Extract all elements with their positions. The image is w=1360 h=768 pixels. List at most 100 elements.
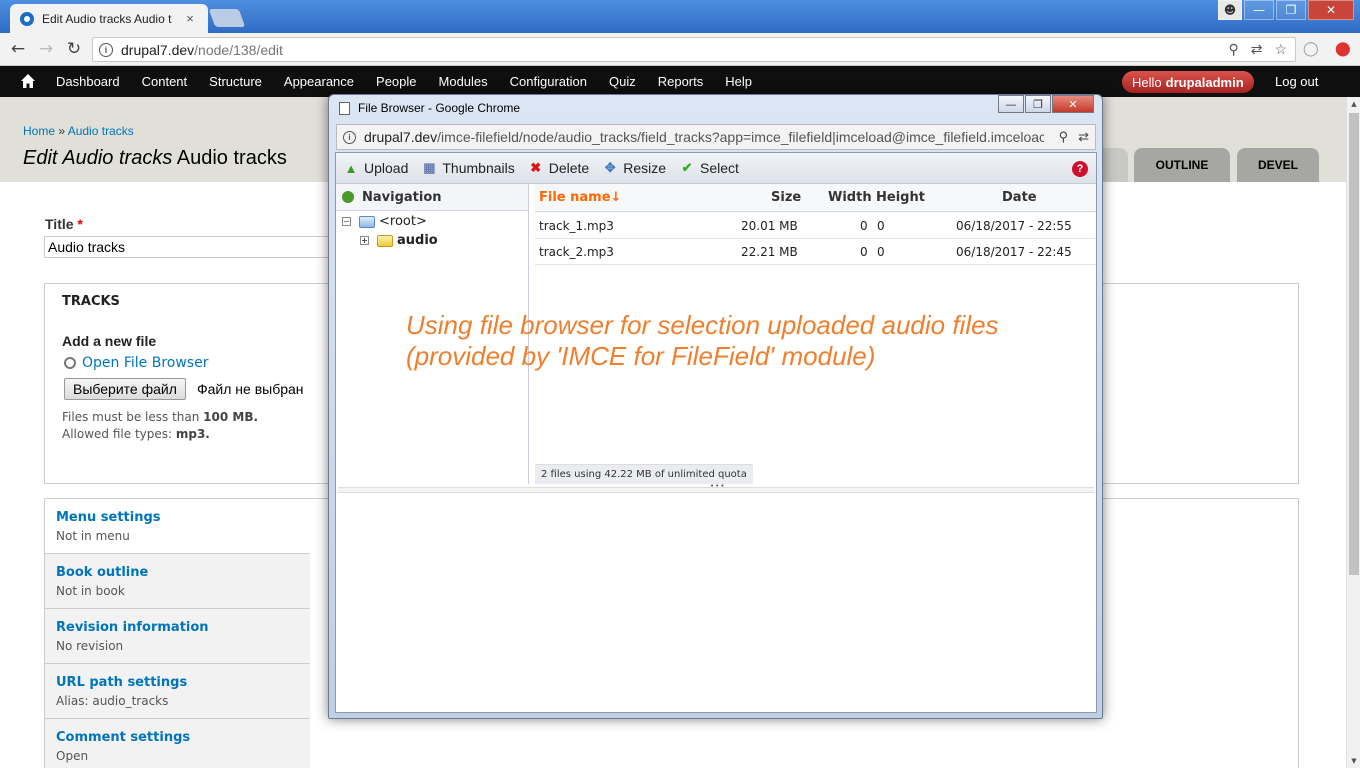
delete-button[interactable]: ✖ Delete [529, 160, 589, 176]
thumbnails-button[interactable]: ▦ Thumbnails [422, 160, 515, 176]
menu-content[interactable]: Content [131, 74, 199, 89]
vtab-title: Comment settings [56, 730, 191, 745]
admin-menu: Dashboard Content Structure Appearance P… [45, 66, 763, 97]
popup-close-button[interactable]: ✕ [1052, 95, 1094, 113]
file-size: 22.21 MB [741, 245, 798, 259]
title-label: Title * [45, 216, 83, 232]
help-icon[interactable]: ? [1072, 161, 1088, 177]
choose-file-button[interactable]: Выберите файл [64, 378, 186, 400]
page-scrollbar[interactable]: ▲ ▼ [1346, 97, 1360, 768]
delete-icon: ✖ [530, 160, 542, 175]
imce-container: ▲ Upload ▦ Thumbnails ✖ Delete ✥ Resize ✔ Sel… [335, 152, 1097, 713]
column-file-name[interactable]: File name↓ [539, 190, 621, 205]
folder-open-icon [359, 215, 375, 228]
home-icon[interactable] [20, 73, 36, 89]
checkmark-icon: ✔ [681, 160, 693, 175]
file-name: track_2.mp3 [539, 245, 614, 259]
tab-devel[interactable]: DEVEL [1237, 148, 1319, 182]
column-size[interactable]: Size [771, 190, 801, 205]
popup-translate-icon[interactable]: ⇄ [1078, 129, 1089, 145]
extension-icon[interactable]: ◯ [1303, 41, 1319, 57]
menu-people[interactable]: People [365, 74, 427, 89]
annotation-line-2: (provided by 'IMCE for FileField' module… [406, 341, 876, 371]
file-width: 0 [860, 245, 868, 259]
open-file-browser-link[interactable]: Open File Browser [64, 355, 208, 371]
title-label-text: Title [45, 216, 74, 232]
user-profile-icon[interactable]: ☻ [1218, 0, 1242, 20]
tab-close-icon[interactable]: × [182, 11, 198, 26]
site-info-icon[interactable]: i [99, 42, 113, 57]
back-arrow-icon[interactable]: ← [6, 39, 30, 59]
popup-url-bar[interactable]: i drupal7.dev/imce-filefield/node/audio_… [336, 124, 1096, 150]
vtab-url-path-settings[interactable]: URL path settings Alias: audio_tracks [45, 664, 310, 719]
file-width: 0 [860, 219, 868, 233]
imce-operations: ▲ Upload ▦ Thumbnails ✖ Delete ✥ Resize ✔ Sel… [336, 153, 1096, 184]
collapse-toggle-icon[interactable]: − [342, 217, 351, 226]
column-width[interactable]: Width [828, 190, 872, 205]
folder-icon [377, 234, 393, 247]
extension-adblock-icon[interactable]: ⬤ [1335, 41, 1351, 57]
new-tab-button[interactable] [208, 9, 246, 27]
popup-restore-button[interactable]: ❐ [1025, 95, 1051, 113]
zoom-icon[interactable]: ⚲ [1228, 41, 1238, 58]
menu-appearance[interactable]: Appearance [273, 74, 365, 89]
vtab-comment-settings[interactable]: Comment settings Open [45, 719, 310, 768]
bookmark-star-icon[interactable]: ☆ [1274, 41, 1287, 58]
close-window-button[interactable]: ✕ [1308, 0, 1354, 20]
reload-icon[interactable]: ↻ [62, 39, 86, 59]
pane-resize-handle[interactable] [338, 482, 1094, 493]
menu-quiz[interactable]: Quiz [598, 74, 647, 89]
vtab-book-outline[interactable]: Book outline Not in book [45, 554, 310, 609]
tab-outline[interactable]: OUTLINE [1134, 148, 1230, 182]
user-greeting[interactable]: Hello drupaladmin [1122, 71, 1254, 93]
menu-dashboard[interactable]: Dashboard [45, 74, 131, 89]
popup-site-info-icon[interactable]: i [343, 130, 356, 144]
vtab-menu-settings[interactable]: Menu settings Not in menu [45, 499, 310, 554]
url-input[interactable]: i drupal7.dev/node/138/edit ⚲ ⇄ ☆ [92, 37, 1296, 62]
logout-link[interactable]: Log out [1275, 74, 1318, 89]
vtab-revision-information[interactable]: Revision information No revision [45, 609, 310, 664]
username: drupaladmin [1165, 74, 1244, 90]
column-height[interactable]: Height [876, 190, 925, 205]
file-height: 0 [877, 245, 885, 259]
browser-tabstrip: Edit Audio tracks Audio t × ☻ — ❐ ✕ [0, 0, 1360, 33]
menu-help[interactable]: Help [714, 74, 763, 89]
breadcrumb-home[interactable]: Home [23, 124, 55, 138]
scrollbar-thumb[interactable] [1349, 113, 1359, 575]
select-button[interactable]: ✔ Select [680, 160, 739, 176]
browser-tab[interactable]: Edit Audio tracks Audio t × [10, 4, 208, 33]
file-row[interactable]: track_1.mp3 20.01 MB 0 0 06/18/2017 - 22… [535, 213, 1096, 239]
tree-folder-audio[interactable]: + audio [360, 233, 438, 248]
scroll-down-arrow-icon[interactable]: ▼ [1347, 754, 1360, 768]
popup-zoom-icon[interactable]: ⚲ [1059, 129, 1069, 145]
vtab-summary: No revision [56, 639, 124, 653]
tree-root[interactable]: − <root> [342, 214, 427, 229]
menu-reports[interactable]: Reports [647, 74, 715, 89]
minimize-button[interactable]: — [1244, 0, 1274, 20]
address-bar: ← → ↻ i drupal7.dev/node/138/edit ⚲ ⇄ ☆ … [0, 33, 1360, 66]
column-date[interactable]: Date [1002, 190, 1037, 205]
menu-structure[interactable]: Structure [198, 74, 273, 89]
popup-minimize-button[interactable]: — [998, 95, 1024, 113]
scroll-up-arrow-icon[interactable]: ▲ [1347, 97, 1360, 111]
resize-button[interactable]: ✥ Resize [603, 160, 666, 176]
translate-icon[interactable]: ⇄ [1251, 41, 1263, 58]
file-name: track_1.mp3 [539, 219, 614, 233]
page-title-emphasis: Edit Audio tracks [23, 147, 173, 169]
upload-button[interactable]: ▲ Upload [344, 160, 409, 176]
file-types-help: Allowed file types: mp3. [62, 427, 210, 441]
restore-button[interactable]: ❐ [1276, 0, 1306, 20]
navigation-label: Navigation [362, 189, 442, 205]
page-title: Edit Audio tracks Audio tracks [23, 147, 287, 170]
file-row[interactable]: track_2.mp3 22.21 MB 0 0 06/18/2017 - 22… [535, 239, 1096, 265]
title-input[interactable]: Audio tracks [44, 236, 334, 258]
expand-toggle-icon[interactable]: + [360, 236, 369, 245]
breadcrumb-audio-tracks[interactable]: Audio tracks [68, 124, 134, 138]
forward-arrow-icon[interactable]: → [34, 39, 58, 59]
menu-modules[interactable]: Modules [428, 74, 499, 89]
thumbnails-label: Thumbnails [442, 160, 515, 176]
annotation-line-1: Using file browser for selection uploade… [406, 310, 999, 340]
resize-label: Resize [623, 160, 667, 176]
menu-configuration[interactable]: Configuration [499, 74, 598, 89]
window-controls: ☻ — ❐ ✕ [1216, 0, 1354, 20]
